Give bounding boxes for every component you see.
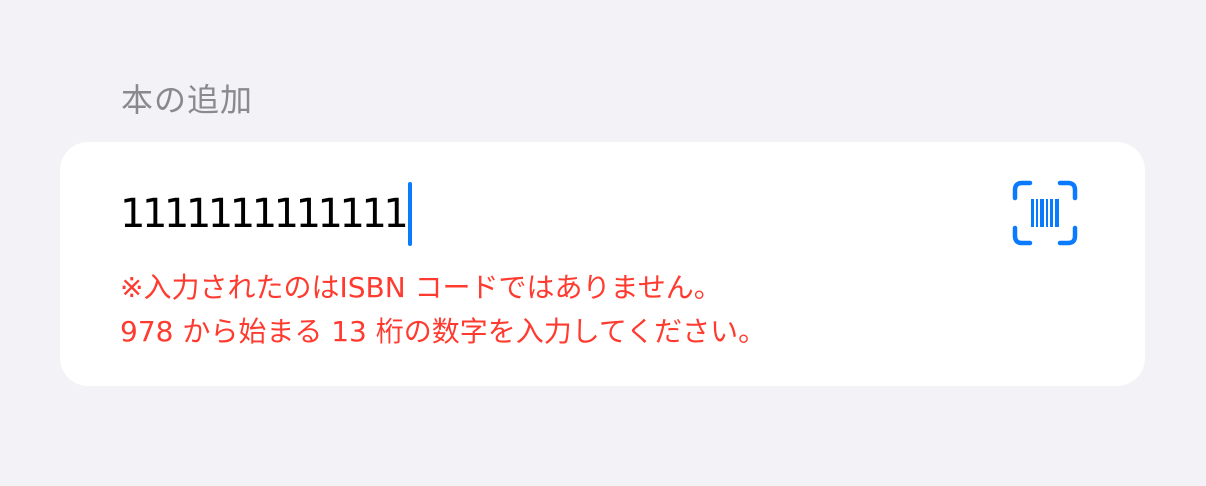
barcode-scan-button[interactable] — [1012, 180, 1078, 246]
add-book-card: 1111111111111 ※入力されたのはISBN コードではありません。 9… — [60, 142, 1145, 386]
text-caret — [408, 182, 413, 246]
isbn-input[interactable]: 1111111111111 — [120, 182, 413, 246]
isbn-input-value: 1111111111111 — [120, 191, 409, 237]
isbn-error-hint: 978 から始まる 13 桁の数字を入力してください。 — [120, 315, 767, 348]
barcode-viewfinder-icon — [1012, 180, 1078, 246]
section-header: 本の追加 — [121, 81, 254, 119]
isbn-error-message: ※入力されたのはISBN コードではありません。 — [120, 271, 722, 304]
